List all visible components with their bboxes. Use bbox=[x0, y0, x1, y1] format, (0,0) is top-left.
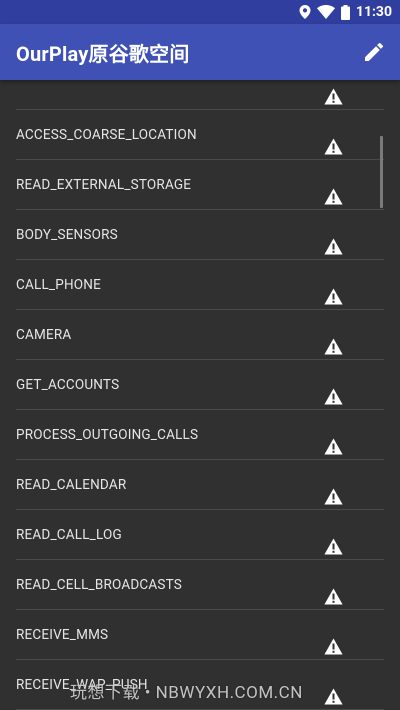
warning-icon bbox=[324, 238, 343, 255]
warning-icon bbox=[324, 438, 343, 455]
warning-icon bbox=[324, 338, 343, 355]
permission-label: GET_ACCOUNTS bbox=[16, 377, 120, 393]
warning-icon bbox=[324, 538, 343, 555]
permission-label: READ_CALENDAR bbox=[16, 477, 127, 493]
warning-icon bbox=[324, 88, 343, 105]
permission-label: ACCESS_COARSE_LOCATION bbox=[16, 127, 197, 143]
wifi-icon bbox=[316, 5, 335, 19]
warning-icon bbox=[324, 388, 343, 405]
permission-label: RECEIVE_MMS bbox=[16, 627, 109, 643]
warning-icon bbox=[324, 588, 343, 605]
permission-row[interactable]: CALL_PHONE bbox=[0, 260, 400, 310]
edit-pencil-icon[interactable] bbox=[362, 40, 386, 64]
permission-row[interactable]: READ_CALENDAR bbox=[0, 460, 400, 510]
permission-row[interactable] bbox=[0, 80, 400, 110]
permission-row[interactable]: RECEIVE_MMS bbox=[0, 610, 400, 660]
app-title: OurPlay原谷歌空间 bbox=[16, 41, 190, 66]
permission-label: READ_EXTERNAL_STORAGE bbox=[16, 177, 192, 193]
permission-label: BODY_SENSORS bbox=[16, 227, 118, 243]
warning-icon bbox=[324, 488, 343, 505]
permission-label: PROCESS_OUTGOING_CALLS bbox=[16, 427, 199, 443]
permission-row[interactable]: READ_CALL_LOG bbox=[0, 510, 400, 560]
permission-row[interactable]: READ_EXTERNAL_STORAGE bbox=[0, 160, 400, 210]
status-time: 11:30 bbox=[355, 4, 392, 20]
warning-icon bbox=[324, 288, 343, 305]
warning-icon bbox=[324, 138, 343, 155]
location-icon bbox=[299, 5, 311, 19]
permission-label: CALL_PHONE bbox=[16, 277, 101, 293]
permission-row[interactable]: ACCESS_COARSE_LOCATION bbox=[0, 110, 400, 160]
permission-label: CAMERA bbox=[16, 327, 72, 343]
permission-row[interactable]: BODY_SENSORS bbox=[0, 210, 400, 260]
status-bar: 11:30 bbox=[0, 0, 400, 24]
warning-icon bbox=[324, 188, 343, 205]
warning-icon bbox=[324, 638, 343, 655]
permission-label: READ_CELL_BROADCASTS bbox=[16, 577, 182, 593]
permission-row[interactable]: GET_ACCOUNTS bbox=[0, 360, 400, 410]
permission-row[interactable]: PROCESS_OUTGOING_CALLS bbox=[0, 410, 400, 460]
permission-label: READ_CALL_LOG bbox=[16, 527, 122, 543]
warning-icon bbox=[324, 688, 343, 705]
permission-row[interactable]: CAMERA bbox=[0, 310, 400, 360]
permission-row[interactable]: READ_CELL_BROADCASTS bbox=[0, 560, 400, 610]
permission-list[interactable]: ACCESS_COARSE_LOCATION READ_EXTERNAL_STOR… bbox=[0, 80, 400, 710]
scrollbar[interactable] bbox=[380, 136, 383, 208]
app-bar: OurPlay原谷歌空间 bbox=[0, 24, 400, 80]
watermark: 玩想下载 • NBWYXH.COM.CN bbox=[70, 683, 303, 703]
battery-icon bbox=[340, 4, 350, 20]
